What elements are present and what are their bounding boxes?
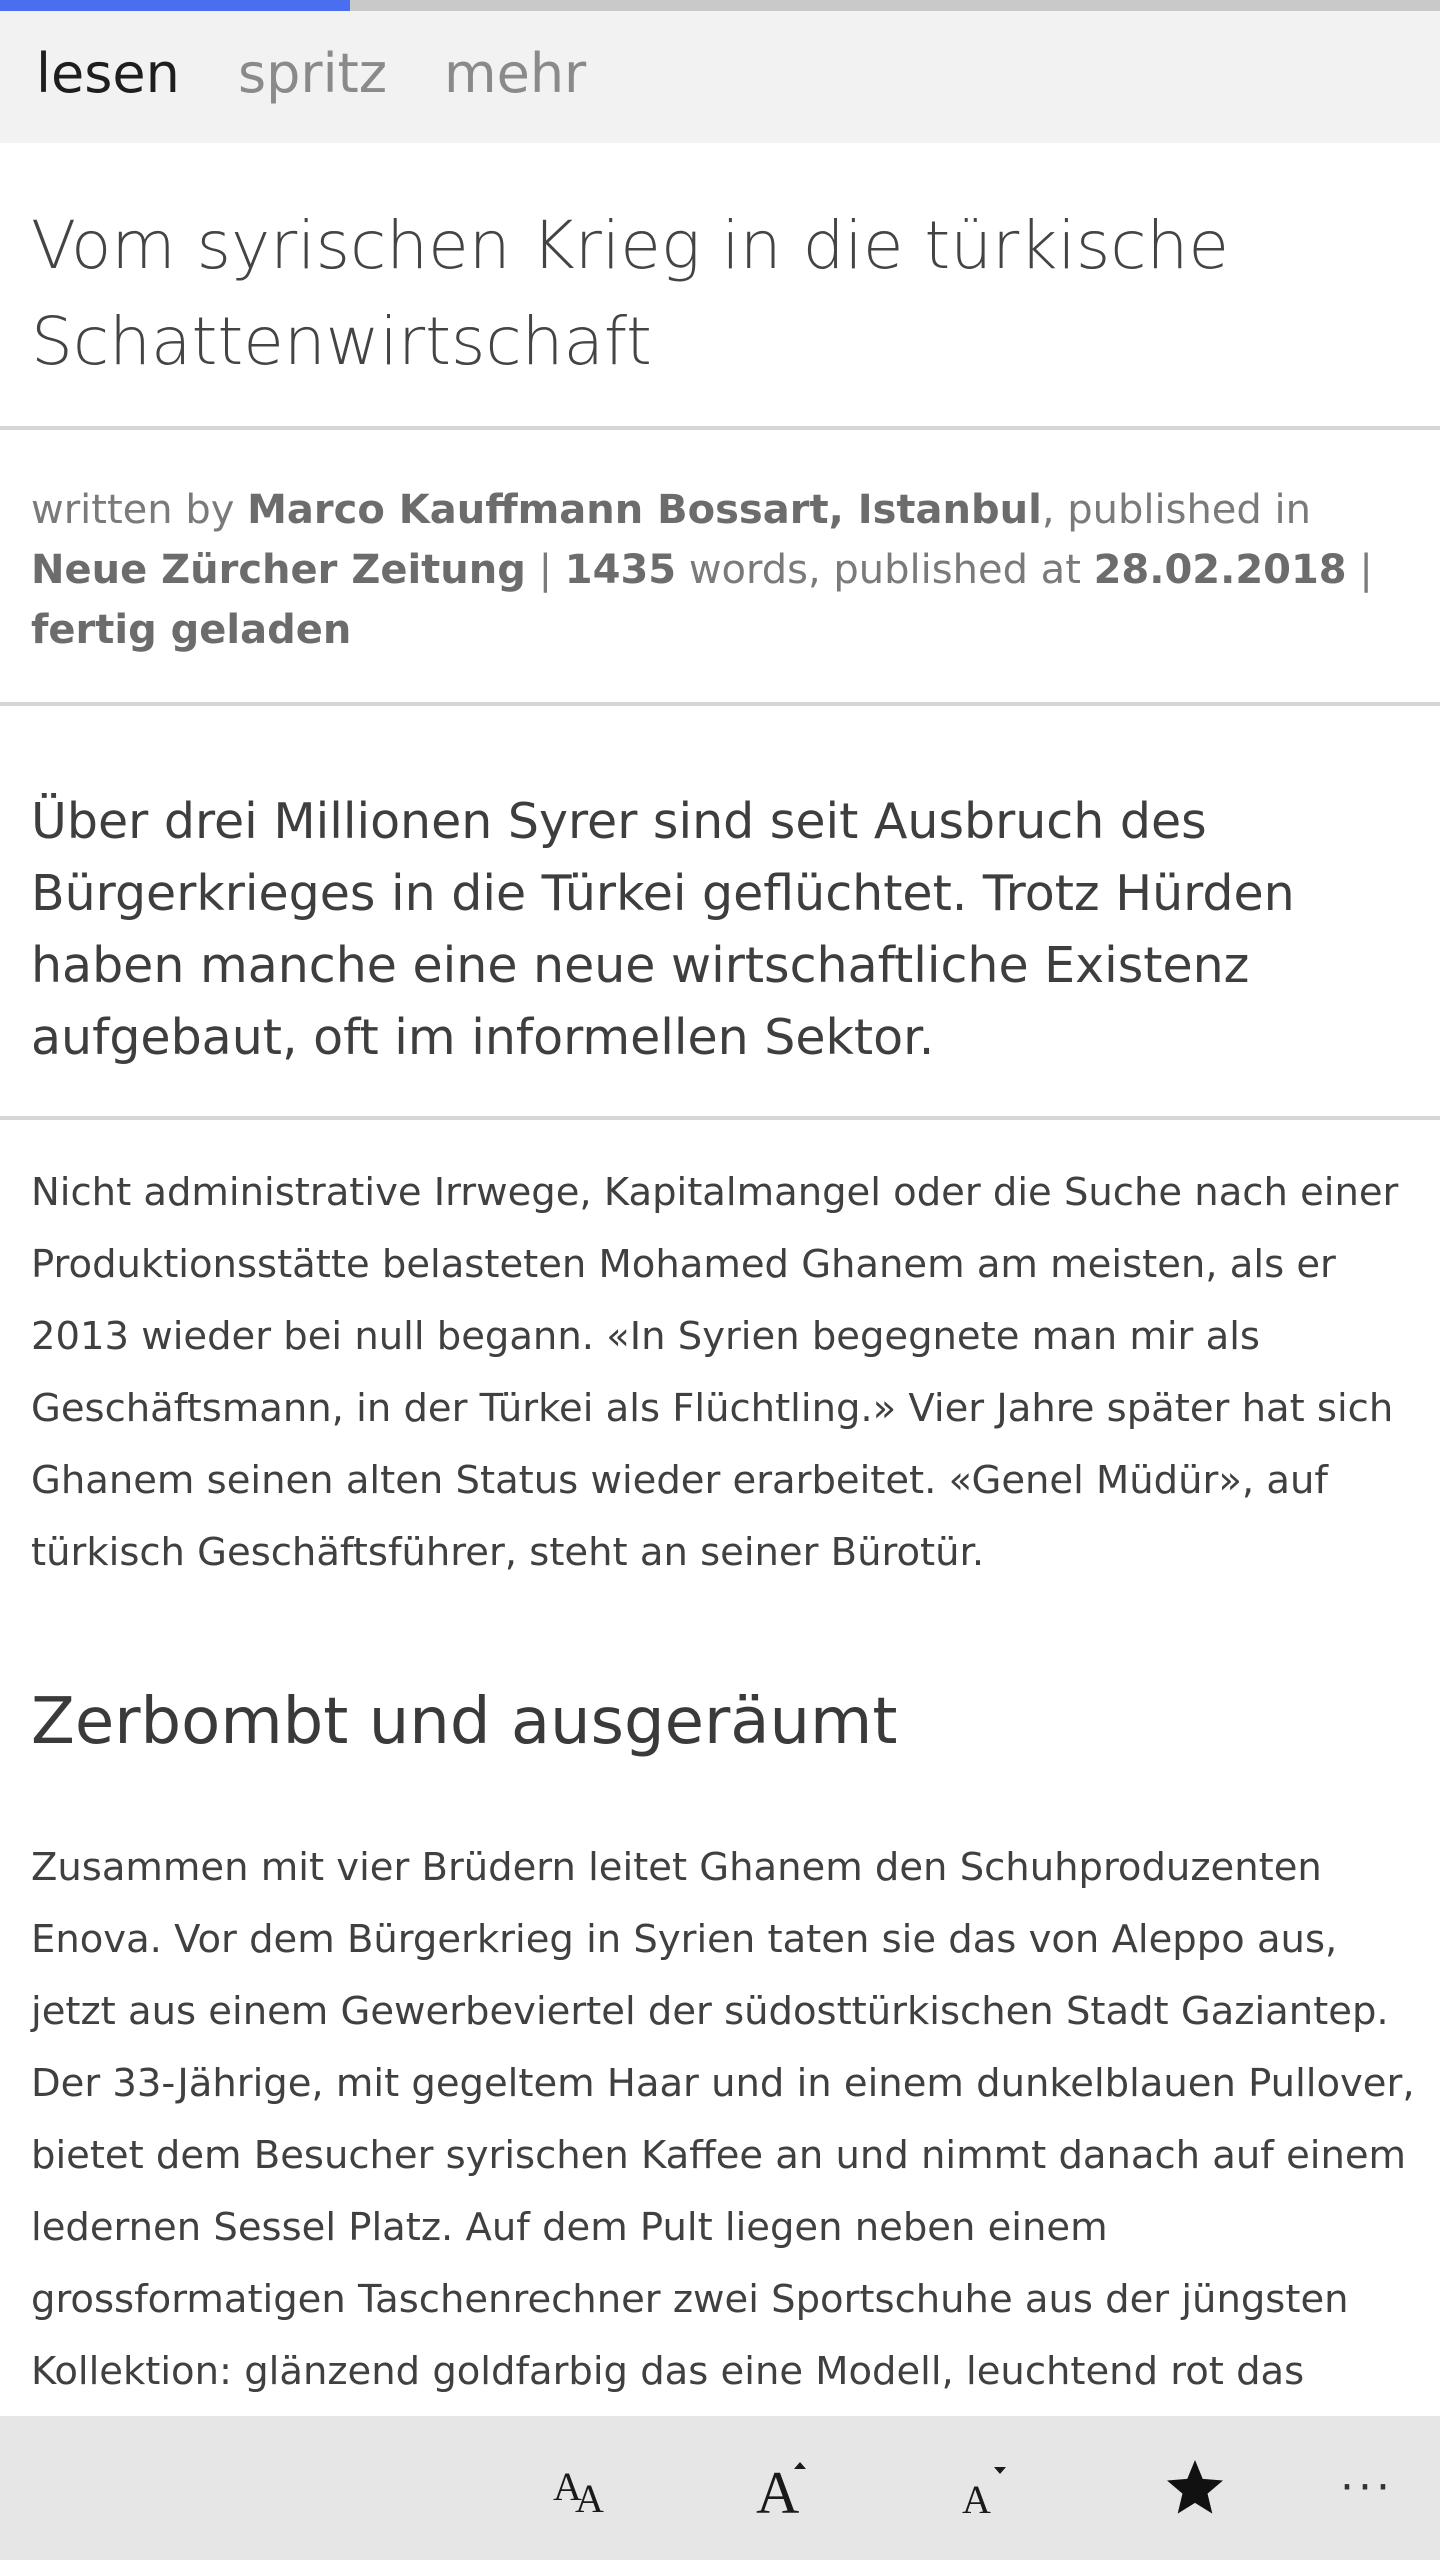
publication: Neue Zürcher Zeitung — [31, 547, 526, 593]
article-subheading: Zerbombt und ausgeräumt — [31, 1685, 898, 1759]
article-paragraph: Nicht administrative Irrwege, Kapitalman… — [31, 1170, 1399, 1575]
decrease-font-icon: A — [962, 2467, 1006, 2522]
separator: | — [525, 547, 565, 593]
font-style-button[interactable]: A A — [536, 2448, 626, 2528]
separator: | — [1346, 547, 1373, 593]
tab-lesen[interactable]: lesen — [36, 47, 180, 101]
increase-font-button[interactable]: A — [742, 2448, 832, 2528]
reading-progress-fill — [0, 0, 350, 11]
word-count: 1435 — [564, 547, 677, 593]
font-style-icon: A A — [553, 2464, 604, 2520]
tab-mehr[interactable]: mehr — [444, 47, 586, 101]
tab-bar: lesen spritz mehr — [0, 11, 1440, 143]
author: Marco Kauffmann Bossart, Istanbul — [247, 487, 1042, 533]
app-bar: A A A A ··· — [0, 2416, 1440, 2560]
divider — [0, 1116, 1440, 1120]
written-by-label: written by — [31, 487, 248, 533]
publish-date: 28.02.2018 — [1093, 547, 1347, 593]
article-lead: Über drei Millionen Syrer sind seit Ausb… — [31, 793, 1295, 1066]
article-meta: written by Marco Kauffmann Bossart, Ista… — [31, 480, 1411, 660]
divider — [0, 426, 1440, 430]
article-title: Vom syrischen Krieg in die türkische Sch… — [31, 207, 1229, 380]
more-icon: ··· — [1340, 2462, 1394, 2513]
svg-text:A: A — [962, 2477, 991, 2522]
tab-spritz[interactable]: spritz — [238, 47, 387, 101]
increase-font-icon: A — [756, 2460, 806, 2523]
svg-text:A: A — [575, 2476, 604, 2520]
decrease-font-button[interactable]: A — [942, 2448, 1032, 2528]
favorite-button[interactable] — [1150, 2448, 1240, 2528]
more-button[interactable]: ··· — [1322, 2448, 1412, 2528]
divider — [0, 702, 1440, 706]
star-icon — [1167, 2460, 1223, 2514]
svg-text:A: A — [756, 2460, 799, 2523]
words-label: words, published at — [676, 547, 1094, 593]
reading-progress-bar — [0, 0, 1440, 11]
article-paragraph: Zusammen mit vier Brüdern leitet Ghanem … — [31, 1845, 1415, 2394]
load-status: fertig geladen — [31, 607, 352, 653]
published-in-label: , published in — [1041, 487, 1311, 533]
